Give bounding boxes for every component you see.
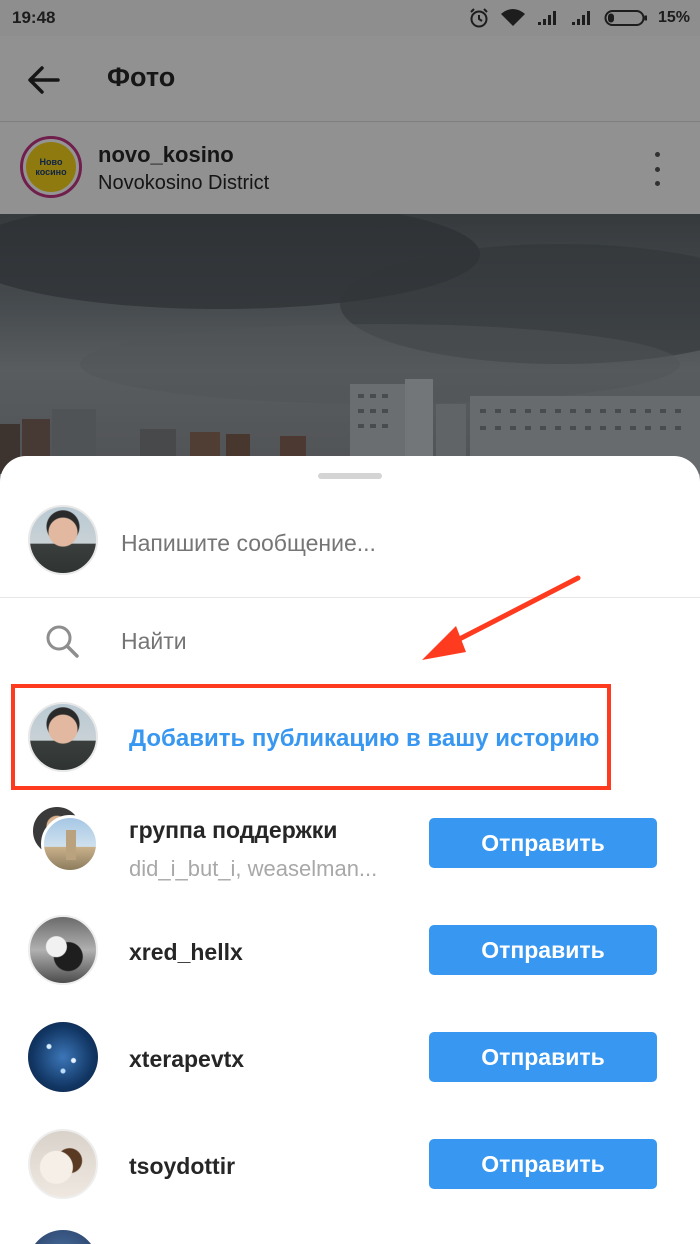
contact-row: xred_hellx Отправить (0, 902, 700, 1008)
message-input[interactable] (121, 530, 661, 557)
group-avatar-front (41, 815, 99, 873)
annotation-arrow (422, 575, 581, 660)
send-button[interactable]: Отправить (429, 1139, 657, 1189)
avatar (28, 505, 98, 575)
contact-row: группа поддержки did_i_but_i, weaselman.… (0, 795, 700, 901)
contact-name: группа поддержки (129, 817, 338, 843)
send-button[interactable]: Отправить (429, 1032, 657, 1082)
share-sheet: Добавить публикацию в вашу историю групп… (0, 456, 700, 1244)
avatar (28, 915, 98, 985)
contact-name: xterapevtx (129, 1046, 245, 1072)
highlight-box (11, 684, 611, 790)
contact-row: xterapevtx Отправить (0, 1009, 700, 1115)
avatar (28, 1022, 98, 1092)
contact-subtitle: did_i_but_i, weaselman... (129, 856, 378, 881)
avatar (28, 1230, 98, 1244)
contact-name: tsoydottir (129, 1153, 236, 1179)
contact-row: tsoydottir Отправить (0, 1116, 700, 1222)
search-icon (46, 625, 79, 658)
divider (0, 597, 700, 598)
avatar (28, 1129, 98, 1199)
send-button[interactable]: Отправить (429, 818, 657, 868)
send-button[interactable]: Отправить (429, 925, 657, 975)
contact-name: xred_hellx (129, 939, 243, 965)
drag-handle[interactable] (318, 473, 382, 479)
